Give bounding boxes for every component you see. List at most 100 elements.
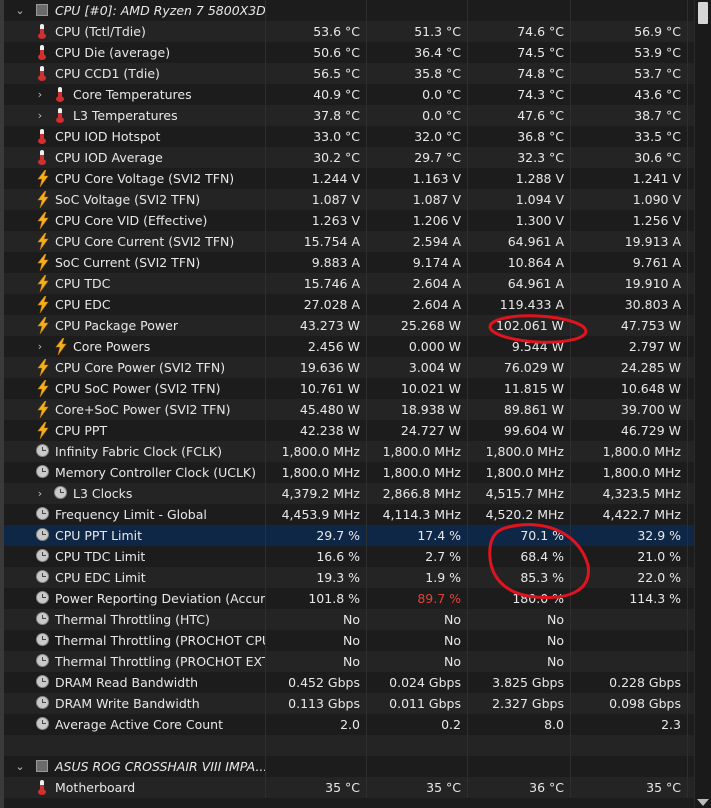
lightning-icon bbox=[36, 379, 50, 398]
collapse-chevron-icon[interactable]: ⌄ bbox=[14, 756, 26, 777]
minimum-value-cell: 29.7 °C bbox=[367, 147, 468, 168]
sensor-row[interactable]: Power Reporting Deviation (Accur... 101.8… bbox=[4, 588, 694, 609]
sensor-group-row[interactable]: ⌄ CPU [#0]: AMD Ryzen 7 5800X3D... bbox=[4, 0, 694, 21]
maximum-value-cell: 1.288 V bbox=[468, 168, 571, 189]
clock-icon bbox=[54, 486, 67, 499]
sensor-row[interactable]: DRAM Read Bandwidth 0.452 Gbps 0.024 Gbps 3… bbox=[4, 672, 694, 693]
vertical-scrollbar[interactable] bbox=[694, 0, 711, 808]
sensor-label: CPU IOD Hotspot bbox=[55, 129, 161, 144]
average-value-cell: 53.7 °C bbox=[571, 63, 688, 84]
sensor-row[interactable]: CPU TDC 15.746 A 2.604 A 64.961 A 19.910 A bbox=[4, 273, 694, 294]
lightning-icon bbox=[36, 253, 50, 272]
current-value-cell: 42.238 W bbox=[266, 420, 367, 441]
chip-icon bbox=[36, 760, 48, 772]
sensor-label: Thermal Throttling (PROCHOT CPU) bbox=[55, 633, 266, 648]
sensor-row[interactable]: CPU Core Power (SVI2 TFN) 19.636 W 3.004 W… bbox=[4, 357, 694, 378]
expand-chevron-icon[interactable]: › bbox=[34, 84, 46, 105]
expand-chevron-icon[interactable]: › bbox=[34, 483, 46, 504]
sensor-row[interactable]: CPU Core Current (SVI2 TFN) 15.754 A 2.594… bbox=[4, 231, 694, 252]
scroll-down-arrow-icon[interactable] bbox=[697, 799, 709, 806]
sensor-row[interactable]: SoC Current (SVI2 TFN) 9.883 A 9.174 A 10.8… bbox=[4, 252, 694, 273]
sensor-row[interactable]: CPU IOD Hotspot 33.0 °C 32.0 °C 36.8 °C 33.5… bbox=[4, 126, 694, 147]
clock-icon bbox=[36, 444, 49, 457]
average-value-cell: 9.761 A bbox=[571, 252, 688, 273]
sensor-group-row[interactable]: ⌄ ASUS ROG CROSSHAIR VIII IMPA... bbox=[4, 756, 694, 777]
sensor-label: Infinity Fabric Clock (FCLK) bbox=[55, 444, 223, 459]
average-value-cell: 47.753 W bbox=[571, 315, 688, 336]
sensor-name-cell: CPU PPT bbox=[4, 420, 266, 441]
maximum-value-cell: No bbox=[468, 651, 571, 672]
sensor-row[interactable]: DRAM Write Bandwidth 0.113 Gbps 0.011 Gbps… bbox=[4, 693, 694, 714]
sensor-row[interactable]: CPU PPT Limit 29.7 % 17.4 % 70.1 % 32.9 % bbox=[4, 525, 694, 546]
average-value-cell: 39.700 W bbox=[571, 399, 688, 420]
sensor-row[interactable]: SoC Voltage (SVI2 TFN) 1.087 V 1.087 V 1.09… bbox=[4, 189, 694, 210]
clock-icon bbox=[36, 675, 49, 688]
sensor-label: CPU TDC bbox=[55, 276, 111, 291]
minimum-value-cell: 1,800.0 MHz bbox=[367, 462, 468, 483]
maximum-value-cell: 32.3 °C bbox=[468, 147, 571, 168]
sensor-label: CPU Core VID (Effective) bbox=[55, 213, 208, 228]
average-value-cell bbox=[571, 651, 688, 672]
sensor-name-cell: › Core Temperatures bbox=[4, 84, 266, 105]
sensor-row[interactable]: › Core Powers 2.456 W 0.000 W 9.544 W 2.797 W bbox=[4, 336, 694, 357]
current-value-cell: 35 °C bbox=[266, 777, 367, 798]
sensor-label: CPU IOD Average bbox=[55, 150, 163, 165]
clock-icon bbox=[36, 570, 49, 583]
expand-chevron-icon[interactable]: › bbox=[34, 336, 46, 357]
sensor-name-cell: SoC Voltage (SVI2 TFN) bbox=[4, 189, 266, 210]
sensor-row[interactable]: CPU Core VID (Effective) 1.263 V 1.206 V 1.… bbox=[4, 210, 694, 231]
sensor-row[interactable]: CPU PPT 42.238 W 24.727 W 99.604 W 46.729 W bbox=[4, 420, 694, 441]
sensor-label: Thermal Throttling (HTC) bbox=[55, 612, 210, 627]
current-value-cell: 53.6 °C bbox=[266, 21, 367, 42]
sensor-row[interactable]: › Core Temperatures 40.9 °C 0.0 °C 74.3 °C 43… bbox=[4, 84, 694, 105]
sensor-label: CPU Core Current (SVI2 TFN) bbox=[55, 234, 235, 249]
maximum-value-cell: 180.0 % bbox=[468, 588, 571, 609]
collapse-chevron-icon[interactable]: ⌄ bbox=[14, 0, 26, 21]
sensor-label: Memory Controller Clock (UCLK) bbox=[55, 465, 256, 480]
sensor-row[interactable]: Core+SoC Power (SVI2 TFN) 45.480 W 18.938 … bbox=[4, 399, 694, 420]
sensor-row[interactable]: CPU Package Power 43.273 W 25.268 W 102.061… bbox=[4, 315, 694, 336]
sensor-row[interactable]: Average Active Core Count 2.0 0.2 8.0 2.3 bbox=[4, 714, 694, 735]
average-value-cell: 1.241 V bbox=[571, 168, 688, 189]
lightning-icon bbox=[36, 169, 50, 188]
sensor-row[interactable]: Infinity Fabric Clock (FCLK) 1,800.0 MHz 1… bbox=[4, 441, 694, 462]
sensor-row[interactable]: CPU TDC Limit 16.6 % 2.7 % 68.4 % 21.0 % bbox=[4, 546, 694, 567]
sensor-row[interactable] bbox=[4, 735, 694, 756]
scrollbar-thumb[interactable] bbox=[698, 2, 708, 24]
sensor-row[interactable]: CPU CCD1 (Tdie) 56.5 °C 35.8 °C 74.8 °C 53.7… bbox=[4, 63, 694, 84]
average-value-cell: 19.910 A bbox=[571, 273, 688, 294]
sensor-name-cell: Infinity Fabric Clock (FCLK) bbox=[4, 441, 266, 462]
sensor-row[interactable]: CPU EDC Limit 19.3 % 1.9 % 85.3 % 22.0 % bbox=[4, 567, 694, 588]
sensor-name-cell: CPU Die (average) bbox=[4, 42, 266, 63]
sensor-row[interactable]: › L3 Clocks 4,379.2 MHz 2,866.8 MHz 4,515.7 … bbox=[4, 483, 694, 504]
sensor-row[interactable]: CPU EDC 27.028 A 2.604 A 119.433 A 30.803 A bbox=[4, 294, 694, 315]
sensor-row[interactable]: Thermal Throttling (PROCHOT EXT) No No No bbox=[4, 651, 694, 672]
sensor-row[interactable]: CPU (Tctl/Tdie) 53.6 °C 51.3 °C 74.6 °C 56.9… bbox=[4, 21, 694, 42]
sensor-row[interactable]: Thermal Throttling (PROCHOT CPU) No No No bbox=[4, 630, 694, 651]
maximum-value-cell: 102.061 W bbox=[468, 315, 571, 336]
sensor-row[interactable]: CPU Core Voltage (SVI2 TFN) 1.244 V 1.163 … bbox=[4, 168, 694, 189]
sensor-name-cell bbox=[4, 735, 266, 756]
thermometer-icon bbox=[38, 780, 46, 795]
thermometer-icon bbox=[38, 129, 46, 144]
sensor-row[interactable]: › L3 Temperatures 37.8 °C 0.0 °C 47.6 °C 38.7… bbox=[4, 105, 694, 126]
maximum-value-cell: 74.6 °C bbox=[468, 21, 571, 42]
sensor-row[interactable]: Frequency Limit - Global 4,453.9 MHz 4,114… bbox=[4, 504, 694, 525]
expand-chevron-icon[interactable]: › bbox=[34, 105, 46, 126]
sensor-name-cell: CPU SoC Power (SVI2 TFN) bbox=[4, 378, 266, 399]
minimum-value-cell: 4,114.3 MHz bbox=[367, 504, 468, 525]
sensor-row[interactable]: Memory Controller Clock (UCLK) 1,800.0 MH… bbox=[4, 462, 694, 483]
sensor-name-cell: CPU IOD Hotspot bbox=[4, 126, 266, 147]
minimum-value-cell: No bbox=[367, 651, 468, 672]
sensor-row[interactable]: CPU SoC Power (SVI2 TFN) 10.761 W 10.021 W… bbox=[4, 378, 694, 399]
sensor-name-cell: DRAM Read Bandwidth bbox=[4, 672, 266, 693]
average-value-cell: 4,422.7 MHz bbox=[571, 504, 688, 525]
sensor-row[interactable]: CPU IOD Average 30.2 °C 29.7 °C 32.3 °C 30.6… bbox=[4, 147, 694, 168]
chip-icon bbox=[36, 4, 48, 16]
sensor-row[interactable]: Motherboard 35 °C 35 °C 36 °C 35 °C bbox=[4, 777, 694, 798]
sensor-name-cell: Thermal Throttling (PROCHOT CPU) bbox=[4, 630, 266, 651]
sensor-row[interactable]: CPU Die (average) 50.6 °C 36.4 °C 74.5 °C 53… bbox=[4, 42, 694, 63]
sensor-row[interactable]: Thermal Throttling (HTC) No No No bbox=[4, 609, 694, 630]
average-value-cell: 1.090 V bbox=[571, 189, 688, 210]
average-value-cell bbox=[571, 609, 688, 630]
